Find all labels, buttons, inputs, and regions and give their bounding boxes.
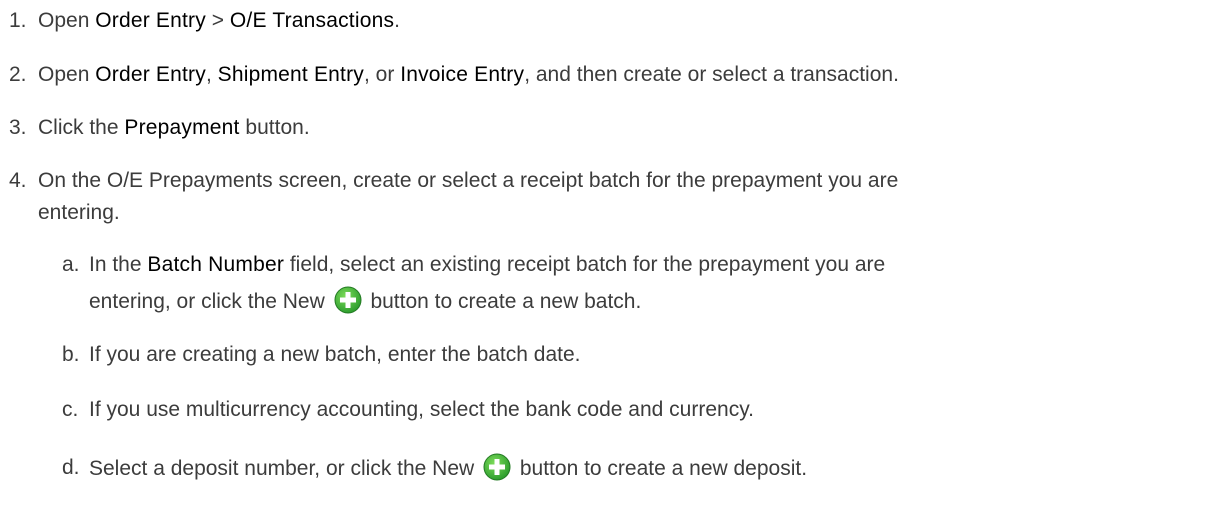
ui-label-batch-number: Batch Number bbox=[147, 253, 285, 276]
text-fragment: In the bbox=[89, 253, 148, 276]
ui-label-order-entry: Order Entry bbox=[95, 63, 206, 86]
ui-label-oe-transactions: O/E Transactions bbox=[229, 9, 395, 32]
text-fragment: entering, or click the New bbox=[89, 290, 331, 313]
text-fragment: Select a deposit number, or click the Ne… bbox=[89, 457, 481, 480]
ui-label-invoice-entry: Invoice Entry bbox=[400, 63, 525, 86]
procedure-document: 1. Open Order Entry > O/E Transactions. … bbox=[0, 0, 1227, 514]
substep-text: If you are creating a new batch, enter t… bbox=[89, 343, 581, 366]
text-fragment: > bbox=[205, 9, 230, 32]
text-fragment: Open bbox=[38, 63, 96, 86]
text-fragment: , or bbox=[364, 63, 401, 86]
ui-label-shipment-entry: Shipment Entry bbox=[217, 63, 364, 86]
text-fragment: button. bbox=[239, 116, 310, 139]
text-fragment: button to create a new batch. bbox=[364, 290, 642, 313]
text-fragment: , and then create or select a transactio… bbox=[524, 63, 899, 86]
step-4-continuation: entering. bbox=[38, 201, 120, 224]
text-fragment: Open bbox=[38, 9, 96, 32]
step-text: Open Order Entry > O/E Transactions. bbox=[38, 6, 400, 36]
substep-letter: d. bbox=[62, 456, 80, 479]
substep-letter: a. bbox=[62, 253, 80, 276]
step-text: Open Order Entry, Shipment Entry, or Inv… bbox=[38, 60, 899, 90]
text-fragment: button to create a new deposit. bbox=[514, 457, 808, 480]
step-text: Click the Prepayment button. bbox=[38, 113, 310, 143]
ui-label-order-entry: Order Entry bbox=[95, 9, 206, 32]
step-number: 1. bbox=[9, 9, 27, 32]
text-fragment: Click the bbox=[38, 116, 125, 139]
substep-letter: b. bbox=[62, 343, 80, 366]
substep-letter: c. bbox=[62, 398, 79, 421]
ui-label-prepayment: Prepayment bbox=[124, 116, 240, 139]
plus-circle-icon bbox=[334, 286, 362, 314]
substep-a-continuation: entering, or click the New button to cre… bbox=[89, 286, 641, 317]
substep-text: Select a deposit number, or click the Ne… bbox=[89, 453, 807, 484]
plus-circle-icon bbox=[483, 453, 511, 481]
text-fragment: field, select an existing receipt batch … bbox=[284, 253, 886, 276]
substep-text: If you use multicurrency accounting, sel… bbox=[89, 398, 754, 421]
substep-text: In the Batch Number field, select an exi… bbox=[89, 250, 885, 280]
step-number: 3. bbox=[9, 116, 27, 139]
step-text: On the O/E Prepayments screen, create or… bbox=[38, 169, 899, 192]
step-number: 4. bbox=[9, 169, 27, 192]
step-number: 2. bbox=[9, 63, 27, 86]
text-fragment: . bbox=[394, 9, 401, 32]
text-fragment: , bbox=[205, 63, 218, 86]
